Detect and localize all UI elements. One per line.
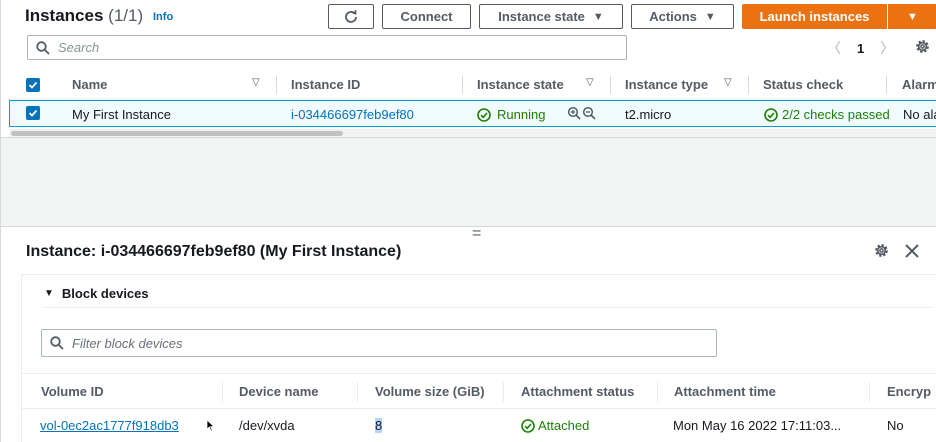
status-check-text: 2/2 checks passed: [782, 107, 890, 122]
column-volume-id[interactable]: Volume ID: [41, 384, 104, 399]
launch-instances-button[interactable]: Launch instances: [742, 4, 887, 29]
caret-down-icon: ▼: [592, 10, 604, 23]
column-divider: [869, 382, 870, 402]
connect-button[interactable]: Connect: [382, 4, 471, 29]
resize-handle-icon[interactable]: =: [472, 225, 481, 243]
block-devices-section: ▼ Block devices Volume ID Device name Vo…: [21, 274, 936, 442]
block-devices-heading: Block devices: [61, 286, 149, 301]
column-divider: [657, 382, 658, 402]
refresh-button[interactable]: [328, 4, 374, 29]
column-encrypted[interactable]: Encryp: [887, 384, 931, 399]
attachment-time: Mon May 16 2022 17:11:03...: [673, 418, 842, 433]
mouse-cursor-icon: [206, 419, 215, 432]
column-instance-state[interactable]: Instance state: [477, 77, 564, 92]
column-divider: [357, 382, 358, 402]
volume-id-link[interactable]: vol-0ec2ac1777f918db3: [40, 418, 179, 433]
sort-icon[interactable]: ▽: [586, 77, 594, 88]
instances-heading: Instances (1/1): [25, 6, 143, 26]
actions-button[interactable]: Actions ▼: [631, 4, 734, 29]
instance-detail-panel: = Instance: i-034466697feb9ef80 (My Firs…: [0, 225, 936, 442]
search-icon: [50, 336, 64, 350]
select-all-checkbox[interactable]: [26, 78, 40, 92]
instances-table-header: Name ▽ Instance ID Instance state ▽ Inst…: [9, 70, 936, 100]
column-divider: [222, 382, 223, 402]
column-divider: [503, 382, 504, 402]
filter-block-devices-input[interactable]: [72, 335, 672, 351]
success-icon: [764, 107, 778, 122]
search-icon: [36, 40, 50, 55]
column-alarm[interactable]: Alarm: [902, 77, 936, 92]
search-input[interactable]: [58, 40, 558, 55]
row-checkbox[interactable]: [26, 106, 40, 120]
table-row: vol-0ec2ac1777f918db3 /dev/xvda 8 Attach…: [22, 409, 936, 442]
instance-state-text: Running: [497, 107, 546, 122]
actions-label: Actions: [649, 9, 697, 24]
caret-down-icon: ▼: [704, 10, 716, 23]
encrypted-value: No: [887, 418, 904, 433]
column-device-name[interactable]: Device name: [239, 384, 319, 399]
caret-down-icon: ▼: [907, 10, 918, 23]
sort-icon[interactable]: ▽: [724, 77, 732, 88]
section-divider: [44, 307, 932, 308]
column-instance-id[interactable]: Instance ID: [291, 77, 360, 92]
block-devices-table-header: Volume ID Device name Volume size (GiB) …: [22, 373, 936, 409]
instance-state-button[interactable]: Instance state ▼: [479, 4, 623, 29]
status-check-status: 2/2 checks passed: [764, 107, 890, 122]
column-name[interactable]: Name: [72, 77, 107, 92]
zoom-out-icon[interactable]: [582, 106, 596, 120]
gear-icon[interactable]: [914, 38, 931, 55]
refresh-icon: [345, 9, 357, 23]
scrollbar-thumb[interactable]: [11, 131, 343, 136]
instances-panel: Instances (1/1) Info Connect Instance st…: [0, 0, 936, 137]
instances-title: Instances: [25, 6, 104, 25]
column-divider: [610, 76, 611, 94]
column-divider: [276, 76, 277, 94]
instance-state-status: Running: [477, 107, 545, 122]
info-link[interactable]: Info: [153, 11, 173, 23]
table-row[interactable]: My First Instance i-034466697feb9ef80 Ru…: [9, 100, 936, 127]
success-icon: [477, 107, 491, 122]
previous-page-icon[interactable]: 〈: [827, 38, 841, 58]
instance-state-label: Instance state: [498, 9, 585, 24]
column-volume-size[interactable]: Volume size (GiB): [375, 384, 485, 399]
caret-down-icon: ▼: [44, 288, 54, 299]
sort-icon[interactable]: ▽: [252, 77, 260, 88]
gear-icon[interactable]: [873, 242, 890, 259]
launch-options-button[interactable]: ▼: [888, 4, 936, 29]
column-status-check[interactable]: Status check: [763, 77, 843, 92]
horizontal-scrollbar[interactable]: [9, 129, 936, 137]
filter-bar[interactable]: [41, 329, 717, 357]
success-icon: [521, 418, 535, 433]
instance-name: My First Instance: [72, 107, 171, 122]
check-icon: [28, 81, 38, 89]
panel-gap: [0, 137, 936, 227]
close-icon[interactable]: [905, 244, 919, 258]
next-page-icon[interactable]: 〉: [880, 38, 894, 58]
block-devices-toggle[interactable]: ▼ Block devices: [44, 286, 149, 301]
detail-title: Instance: i-034466697feb9ef80 (My First …: [26, 243, 402, 260]
volume-size: 8: [375, 418, 383, 433]
column-attachment-time[interactable]: Attachment time: [674, 384, 776, 399]
column-divider: [462, 76, 463, 94]
instances-count: (1/1): [108, 6, 144, 25]
attachment-status: Attached: [521, 418, 589, 433]
column-instance-type[interactable]: Instance type: [625, 77, 708, 92]
zoom-controls: [567, 106, 596, 120]
device-name: /dev/xvda: [239, 418, 295, 433]
check-icon: [28, 109, 38, 117]
column-divider: [748, 76, 749, 94]
column-divider: [886, 76, 887, 94]
page-number[interactable]: 1: [857, 41, 864, 56]
attachment-status-text: Attached: [538, 418, 590, 433]
instance-type: t2.micro: [625, 107, 672, 122]
instance-id-link[interactable]: i-034466697feb9ef80: [291, 107, 414, 122]
search-bar[interactable]: [27, 35, 627, 60]
zoom-in-icon[interactable]: [567, 106, 581, 120]
alarm-status: No ala: [903, 107, 936, 122]
column-attachment-status[interactable]: Attachment status: [521, 384, 634, 399]
pagination: 〈 1 〉: [827, 38, 894, 58]
